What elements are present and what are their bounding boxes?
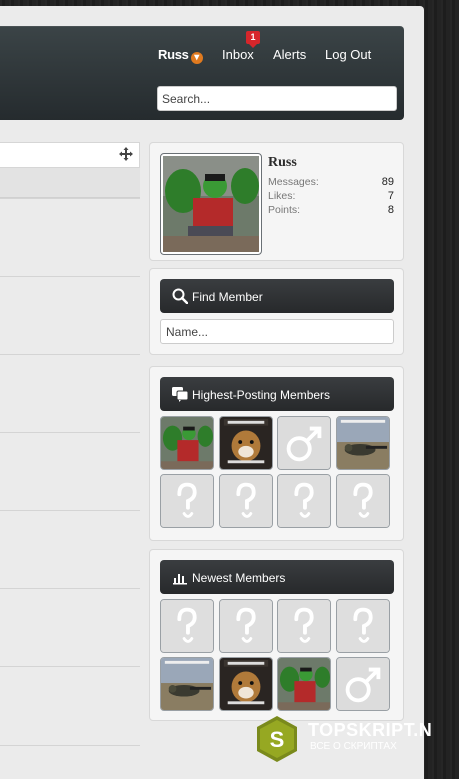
- dog-meme-avatar-image: [219, 658, 272, 710]
- dog-meme-avatar-image: [219, 417, 272, 469]
- unknown-avatar-image: [161, 600, 213, 652]
- stat-value[interactable]: 7: [388, 190, 394, 202]
- hulk-avatar-image: [163, 156, 259, 252]
- chevron-down-icon: ▾: [190, 52, 203, 64]
- watermark-subtitle: ВСЕ О СКРИПТАХ: [310, 741, 397, 752]
- find-member-panel: Find Member: [149, 268, 404, 355]
- list-header: [0, 142, 140, 168]
- member-avatar[interactable]: [277, 416, 331, 470]
- list-divider: [0, 354, 140, 355]
- stat-label: Likes:: [268, 190, 296, 202]
- inbox-badge: 1: [246, 31, 260, 48]
- member-avatar[interactable]: [218, 416, 273, 470]
- alerts-link[interactable]: Alerts: [273, 47, 306, 62]
- newest-members-title: Newest Members: [192, 571, 286, 585]
- find-member-title: Find Member: [192, 290, 263, 304]
- list-divider: [0, 510, 140, 511]
- male-default-avatar-image: [336, 658, 389, 710]
- member-avatar[interactable]: [335, 474, 390, 528]
- member-avatar[interactable]: [218, 657, 273, 711]
- unknown-avatar-image: [161, 475, 213, 527]
- unknown-avatar-image: [278, 600, 330, 652]
- soldier-meme-avatar-image: [336, 417, 389, 469]
- list-divider: [0, 432, 140, 433]
- highest-posting-header: Highest-Posting Members: [160, 377, 394, 411]
- member-avatar[interactable]: [335, 416, 390, 470]
- stat-value[interactable]: 8: [388, 204, 394, 216]
- stat-label: Messages:: [268, 176, 319, 188]
- male-default-avatar-image: [278, 417, 330, 469]
- stat-value[interactable]: 89: [382, 176, 394, 188]
- highest-posting-panel: Highest-Posting Members: [149, 366, 404, 541]
- stat-likes: Likes: 7: [268, 190, 394, 202]
- avatar[interactable]: [160, 153, 262, 255]
- visitor-panel: Russ Messages: 89 Likes: 7 Points: 8: [149, 142, 404, 261]
- newest-members-panel: Newest Members: [149, 549, 404, 721]
- user-menu[interactable]: Russ ▾: [158, 47, 203, 64]
- username-label: Russ: [158, 47, 189, 62]
- list-divider: [0, 745, 140, 746]
- hulk-avatar-image: [278, 658, 330, 710]
- inbox-link[interactable]: Inbox: [222, 47, 254, 62]
- watermark-logo: S: [257, 716, 297, 762]
- member-avatar[interactable]: [277, 474, 331, 528]
- find-member-header: Find Member: [160, 279, 394, 313]
- unknown-avatar-image: [336, 600, 389, 652]
- member-avatar[interactable]: [277, 657, 331, 711]
- list-divider: [0, 588, 140, 589]
- member-avatar[interactable]: [218, 599, 273, 653]
- member-avatar[interactable]: [335, 657, 390, 711]
- member-name-input[interactable]: [160, 319, 394, 344]
- search-icon: [172, 288, 188, 304]
- unknown-avatar-image: [219, 475, 272, 527]
- move-icon[interactable]: [119, 147, 133, 161]
- list-divider: [0, 276, 140, 277]
- member-avatar[interactable]: [335, 599, 390, 653]
- member-avatar[interactable]: [160, 416, 214, 470]
- member-avatar[interactable]: [160, 657, 214, 711]
- unknown-avatar-image: [278, 475, 330, 527]
- svg-text:S: S: [270, 727, 285, 752]
- chat-bubbles-icon: [172, 387, 188, 402]
- hulk-avatar-image: [161, 417, 213, 469]
- watermark-brand: TOPSKRIPT.N: [308, 720, 433, 740]
- highest-posting-title: Highest-Posting Members: [192, 388, 331, 402]
- list-subheader: [0, 168, 140, 198]
- member-avatar[interactable]: [218, 474, 273, 528]
- member-avatar[interactable]: [160, 599, 214, 653]
- stat-messages: Messages: 89: [268, 176, 394, 188]
- unknown-avatar-image: [219, 600, 272, 652]
- watermark: S TOPSKRIPT.N ВСЕ О СКРИПТАХ: [252, 714, 459, 764]
- logout-link[interactable]: Log Out: [325, 47, 371, 62]
- stat-label: Points:: [268, 204, 301, 216]
- bar-chart-icon: [173, 574, 187, 585]
- soldier-meme-avatar-image: [161, 658, 213, 710]
- member-avatar[interactable]: [277, 599, 331, 653]
- list-divider: [0, 198, 140, 199]
- visitor-name[interactable]: Russ: [268, 155, 297, 171]
- stat-points: Points: 8: [268, 204, 394, 216]
- search-input[interactable]: [157, 86, 397, 111]
- list-divider: [0, 666, 140, 667]
- member-avatar[interactable]: [160, 474, 214, 528]
- newest-members-header: Newest Members: [160, 560, 394, 594]
- unknown-avatar-image: [336, 475, 389, 527]
